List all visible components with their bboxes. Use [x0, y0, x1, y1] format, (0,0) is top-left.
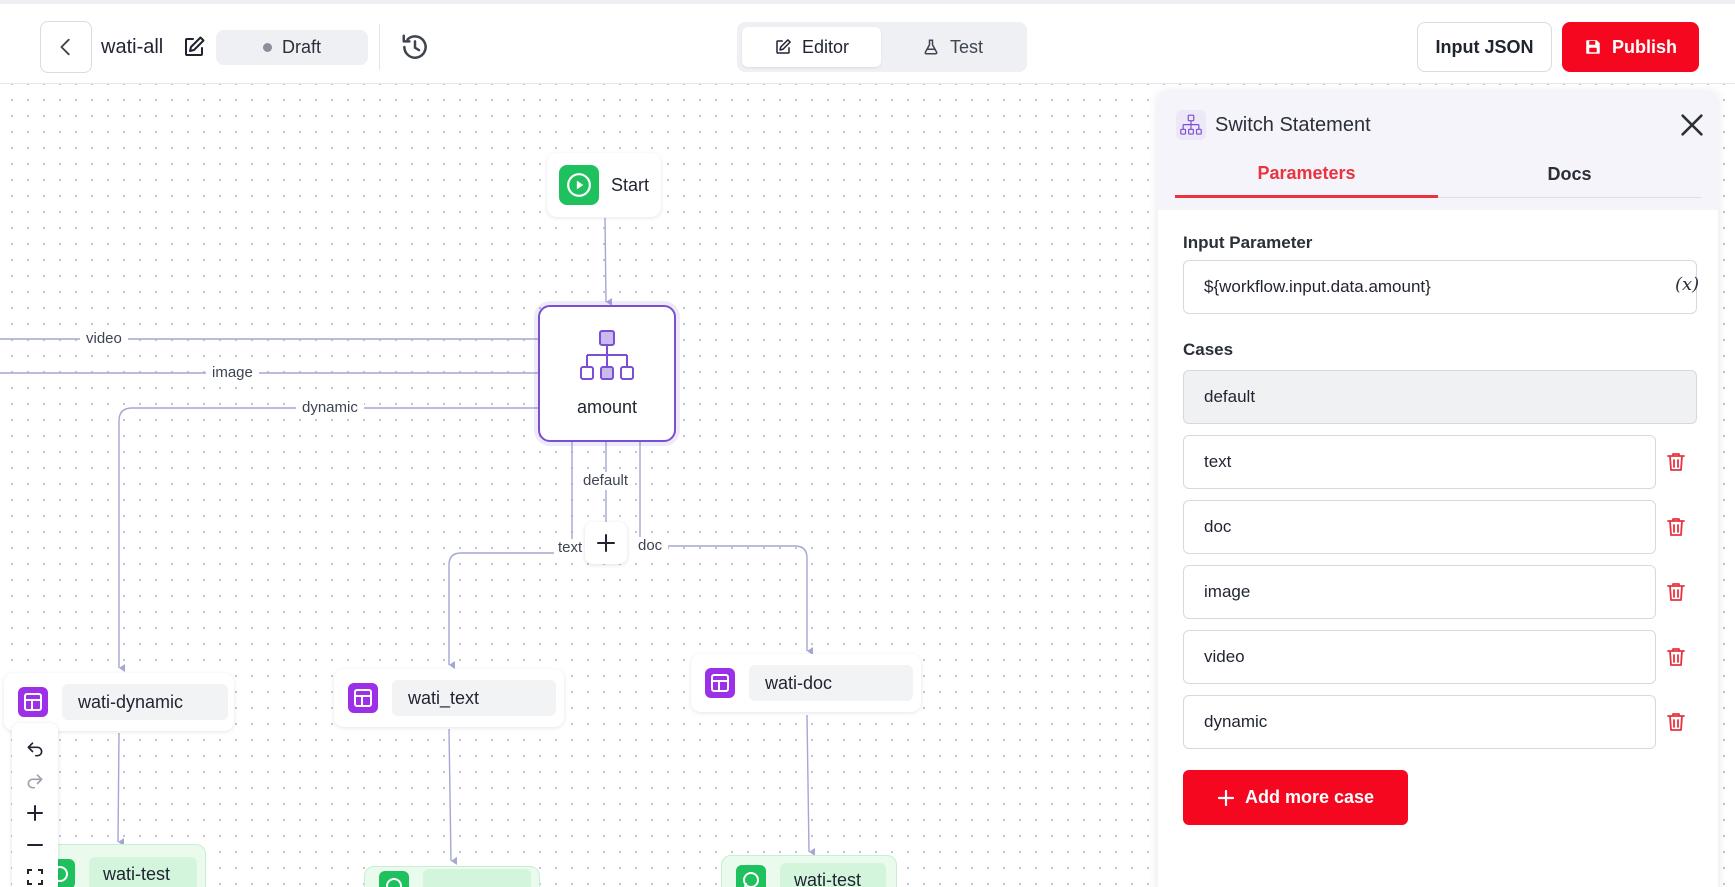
switch-properties-panel: Switch Statement Parameters Docs Input P… — [1158, 90, 1718, 887]
undo-icon — [27, 742, 43, 757]
hierarchy-icon — [580, 330, 634, 380]
edge-label-dynamic: dynamic — [296, 399, 364, 417]
plus-icon — [597, 534, 615, 552]
edge-label-text: text — [554, 539, 587, 557]
tab-editor-label: Editor — [801, 36, 850, 57]
workflow-name: wati-all — [101, 36, 164, 58]
trash-icon[interactable] — [1664, 710, 1688, 734]
case-input[interactable]: dynamic — [1183, 695, 1656, 749]
tab-test-label: Test — [949, 36, 983, 57]
whatsapp-icon — [736, 865, 766, 887]
save-icon — [1586, 40, 1600, 54]
zoom-out-button[interactable] — [12, 829, 58, 861]
play-icon — [559, 165, 599, 205]
plus-icon — [1217, 789, 1235, 806]
redo-icon — [27, 774, 43, 789]
edit-icon — [776, 39, 791, 54]
whatsapp-node-middle[interactable] — [364, 866, 540, 887]
task-node-wati-doc[interactable]: wati-doc — [691, 654, 921, 712]
plus-icon — [27, 805, 43, 821]
task-label: wati-dynamic — [62, 684, 228, 720]
trash-icon[interactable] — [1664, 645, 1688, 669]
history-icon[interactable] — [400, 32, 430, 62]
header-divider — [379, 24, 380, 70]
undo-button[interactable] — [12, 733, 58, 765]
task-label: wati-doc — [749, 665, 913, 701]
publish-button[interactable]: Publish — [1562, 22, 1699, 72]
publish-label: Publish — [1611, 36, 1677, 57]
whatsapp-node-label: wati-test — [89, 857, 197, 887]
trash-icon[interactable] — [1664, 450, 1688, 474]
top-bar: wati-all Draft Editor Test Input JSON Pu… — [0, 0, 1735, 84]
edge-label-doc: doc — [632, 537, 669, 555]
back-button[interactable] — [40, 21, 92, 73]
zoom-controls — [12, 723, 58, 887]
fit-view-button[interactable] — [12, 861, 58, 887]
add-case-label: Add more case — [1244, 787, 1375, 807]
hierarchy-icon — [1176, 110, 1206, 140]
case-input[interactable]: text — [1183, 435, 1656, 489]
layout-icon — [348, 683, 378, 713]
edge-text-wa — [448, 728, 458, 865]
panel-header: Switch Statement Parameters Docs — [1158, 90, 1718, 210]
panel-title: Switch Statement — [1215, 114, 1371, 136]
edit-name-icon[interactable] — [182, 35, 206, 59]
layout-icon — [705, 668, 735, 698]
edge-start-switch — [604, 217, 613, 306]
tab-test[interactable]: Test — [883, 27, 1022, 67]
whatsapp-node-label — [423, 869, 531, 887]
layout-icon — [18, 687, 48, 717]
case-input[interactable]: image — [1183, 565, 1656, 619]
case-input[interactable]: video — [1183, 630, 1656, 684]
whatsapp-icon — [379, 871, 409, 887]
cases-label: Cases — [1183, 340, 1234, 359]
tab-editor[interactable]: Editor — [742, 27, 881, 67]
switch-label: amount — [576, 397, 638, 417]
input-parameter-field[interactable]: ${workflow.input.data.amount} (x) — [1183, 260, 1699, 314]
input-parameter-value: ${workflow.input.data.amount} — [1204, 277, 1431, 296]
task-label: wati_text — [392, 680, 556, 716]
input-parameter-label: Input Parameter — [1183, 233, 1313, 252]
whatsapp-node-label: wati-test — [780, 863, 886, 887]
task-node-wati-text[interactable]: wati_text — [334, 669, 564, 727]
case-default-field: default — [1183, 370, 1697, 424]
edge-label-video: video — [80, 330, 128, 348]
mode-toggle: Editor Test — [737, 22, 1027, 72]
add-node-button[interactable] — [585, 522, 627, 564]
zoom-in-button[interactable] — [12, 797, 58, 829]
status-text: Draft — [281, 37, 321, 57]
tab-docs[interactable]: Docs — [1438, 152, 1701, 198]
edge-dynamic-wa — [117, 732, 125, 847]
edge-label-image: image — [206, 364, 259, 382]
case-input[interactable]: doc — [1183, 500, 1656, 554]
start-label: Start — [611, 174, 650, 195]
flask-icon — [924, 39, 938, 55]
tab-parameters[interactable]: Parameters — [1175, 152, 1438, 198]
minus-icon — [27, 844, 43, 846]
status-badge: Draft — [216, 30, 368, 65]
redo-button[interactable] — [12, 765, 58, 797]
edge-label-default: default — [577, 472, 635, 490]
edge-dynamic — [118, 407, 538, 672]
variable-icon[interactable]: (x) — [1675, 274, 1699, 295]
status-dot — [262, 43, 272, 52]
chevron-left-icon — [60, 38, 70, 56]
switch-node[interactable]: amount — [538, 305, 676, 442]
whatsapp-node-right[interactable]: wati-test — [721, 855, 897, 887]
trash-icon[interactable] — [1664, 515, 1688, 539]
input-json-button[interactable]: Input JSON — [1417, 22, 1552, 72]
close-icon[interactable] — [1678, 111, 1706, 139]
start-node[interactable]: Start — [547, 153, 661, 217]
edge-doc-wa — [806, 714, 816, 856]
fullscreen-icon — [27, 869, 43, 885]
add-case-button[interactable]: Add more case — [1183, 770, 1408, 825]
trash-icon[interactable] — [1664, 580, 1688, 604]
